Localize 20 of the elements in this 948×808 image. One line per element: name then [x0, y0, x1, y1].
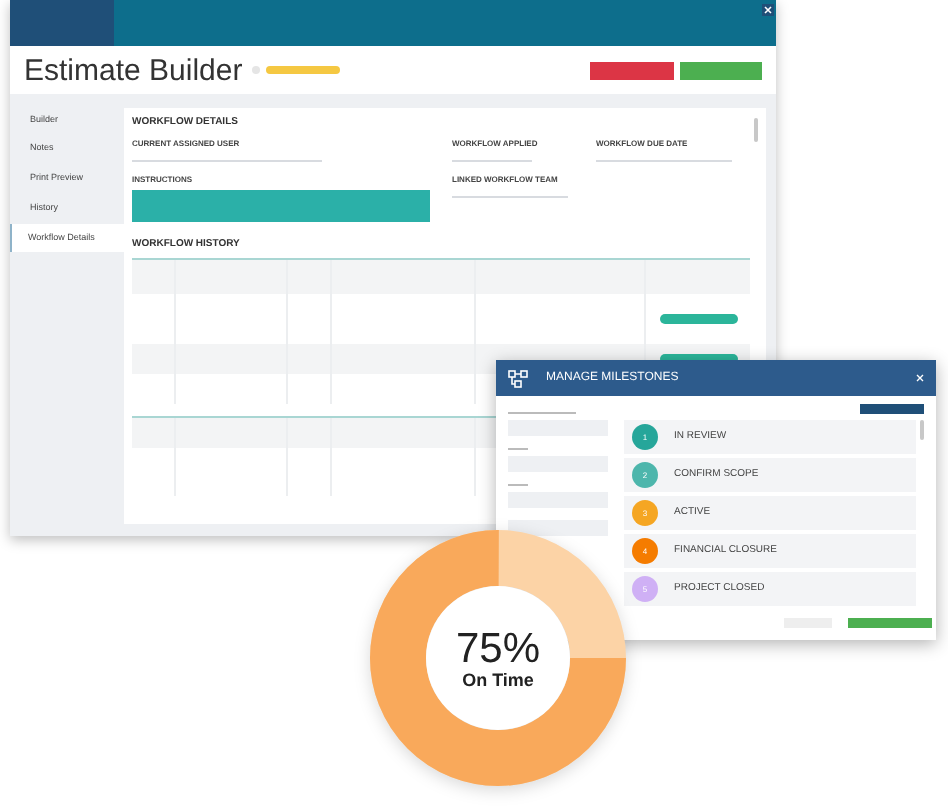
field-value-line [596, 159, 732, 161]
status-pill [266, 66, 341, 74]
header-logo-block [10, 0, 114, 46]
workflow-icon [508, 369, 528, 387]
field-value-line [452, 159, 532, 161]
instructions-field[interactable] [132, 189, 430, 221]
field-value-line [452, 195, 568, 197]
input-field[interactable] [508, 520, 608, 536]
scrollbar[interactable] [920, 420, 924, 440]
cancel-button[interactable] [590, 61, 674, 79]
scrollbar[interactable] [754, 118, 758, 142]
close-icon[interactable] [762, 4, 774, 16]
add-milestone-button[interactable] [860, 404, 924, 414]
percentage-value: 75% [455, 627, 541, 669]
percentage-label: On Time [462, 671, 534, 689]
close-icon[interactable] [916, 374, 924, 382]
save-button[interactable] [680, 61, 762, 79]
page-title: Estimate Builder [24, 55, 243, 85]
status-pill [659, 314, 737, 324]
save-milestones-button[interactable] [848, 618, 932, 628]
